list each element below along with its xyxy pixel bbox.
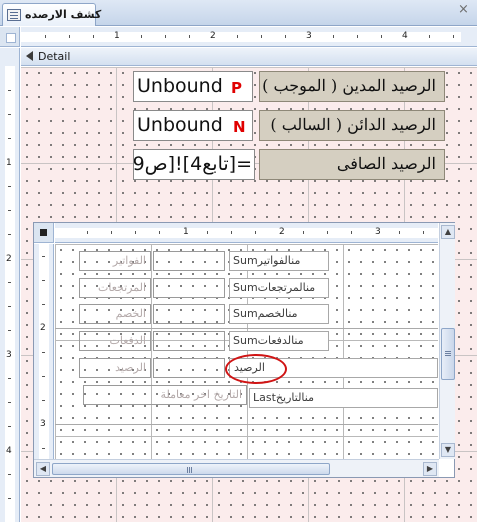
field-name: منالتاريخ <box>275 391 314 404</box>
ghost-label: الفواتير <box>79 251 151 271</box>
close-icon[interactable]: × <box>458 3 473 16</box>
aggregate-function: Last <box>253 391 276 404</box>
scroll-thumb[interactable] <box>52 463 330 475</box>
horizontal-ruler: 1 2 3 4 <box>21 27 477 47</box>
scroll-left-icon[interactable]: ◀ <box>36 462 50 476</box>
aggregate-function: Sum <box>233 254 258 267</box>
subform-vertical-scrollbar[interactable]: ▲ ▼ <box>439 223 455 459</box>
credit-textbox-value: Unbound <box>137 114 223 136</box>
sum-payments-textbox[interactable]: Sumمنالدفعات <box>229 331 329 351</box>
ghost-field <box>153 278 225 298</box>
form-selector[interactable] <box>0 27 20 47</box>
credit-label[interactable]: الرصيد الدائن ( السالب ) <box>259 110 445 141</box>
ruler-number: 1 <box>183 227 189 237</box>
ruler-number: 1 <box>114 31 120 41</box>
subform-selector[interactable] <box>34 223 54 243</box>
ruler-number: 3 <box>306 31 312 41</box>
subform-horizontal-ruler: 1 2 3 <box>55 223 438 243</box>
debit-label-text: الرصيد المدين ( الموجب ) <box>262 76 436 95</box>
field-name: منالفواتير <box>257 254 301 267</box>
aggregate-function: Sum <box>233 334 258 347</box>
annotation-circle <box>225 354 287 384</box>
ruler-number: 2 <box>40 323 46 333</box>
document-tab-strip: كشف الارصده × <box>0 0 477 26</box>
ruler-number: 3 <box>40 419 46 429</box>
credit-label-text: الرصيد الدائن ( السالب ) <box>270 115 436 134</box>
scroll-thumb[interactable] <box>441 328 455 380</box>
subform-design-surface[interactable]: الفواتير Sumمنالفواتير المرتجعات Sumمنال… <box>55 244 438 459</box>
field-name: منالخصم <box>257 307 298 320</box>
field-name: منالمرتجعات <box>257 281 316 294</box>
ghost-field <box>153 358 225 378</box>
net-expression: =[تابع4]![ص19 <box>133 153 252 175</box>
ruler-number: 4 <box>402 31 408 41</box>
ruler-number: 4 <box>6 446 12 456</box>
ruler-number: 3 <box>375 227 381 237</box>
vertical-ruler: 1 2 3 4 <box>0 48 20 522</box>
section-arrow-icon <box>26 51 33 61</box>
ruler-number: 3 <box>6 350 12 360</box>
ghost-label: المرتجعات <box>79 278 151 298</box>
debit-label[interactable]: الرصيد المدين ( الموجب ) <box>259 71 445 102</box>
subform-control[interactable]: 1 2 3 2 3 الفواتير Sumمنالفواتير المرتجع… <box>33 222 455 478</box>
scroll-right-icon[interactable]: ▶ <box>423 462 437 476</box>
last-date-textbox[interactable]: Lastمنالتاريخ <box>249 388 438 408</box>
credit-marker: N <box>233 118 246 136</box>
section-label: Detail <box>38 50 71 63</box>
tab-title: كشف الارصده <box>25 8 102 21</box>
detail-section-bar[interactable]: Detail <box>21 48 477 66</box>
ghost-label: الخصم <box>79 304 151 324</box>
debit-marker: P <box>231 79 242 97</box>
form-tab[interactable]: كشف الارصده <box>2 3 101 26</box>
sum-invoices-textbox[interactable]: Sumمنالفواتير <box>229 251 329 271</box>
ghost-field <box>153 331 225 351</box>
ruler-number: 2 <box>6 254 12 264</box>
subform-vertical-ruler: 2 3 <box>34 244 54 459</box>
field-name: منالدفعات <box>257 334 304 347</box>
form-icon <box>7 9 21 21</box>
ghost-label: الرصيد <box>79 358 151 378</box>
ruler-number: 2 <box>279 227 285 237</box>
net-balance-textbox[interactable]: =[تابع4]![ص19 <box>133 149 255 180</box>
ghost-field <box>153 304 225 324</box>
ruler-number: 1 <box>6 158 12 168</box>
net-label-text: الرصيد الصافى <box>336 154 436 173</box>
subform-horizontal-scrollbar[interactable]: ◀ ▶ <box>34 459 439 477</box>
aggregate-function: Sum <box>233 307 258 320</box>
ghost-field <box>153 251 225 271</box>
aggregate-function: Sum <box>233 281 258 294</box>
scroll-up-icon[interactable]: ▲ <box>441 225 455 239</box>
ghost-label: التاريخ اخر معاملة <box>83 385 247 405</box>
debit-textbox-value: Unbound <box>137 75 223 97</box>
sum-discount-textbox[interactable]: Sumمنالخصم <box>229 304 329 324</box>
ghost-label: الدفعات <box>79 331 151 351</box>
sum-returns-textbox[interactable]: Sumمنالمرتجعات <box>229 278 329 298</box>
scroll-down-icon[interactable]: ▼ <box>441 443 455 457</box>
net-balance-label[interactable]: الرصيد الصافى <box>259 149 445 180</box>
ruler-number: 2 <box>210 31 216 41</box>
